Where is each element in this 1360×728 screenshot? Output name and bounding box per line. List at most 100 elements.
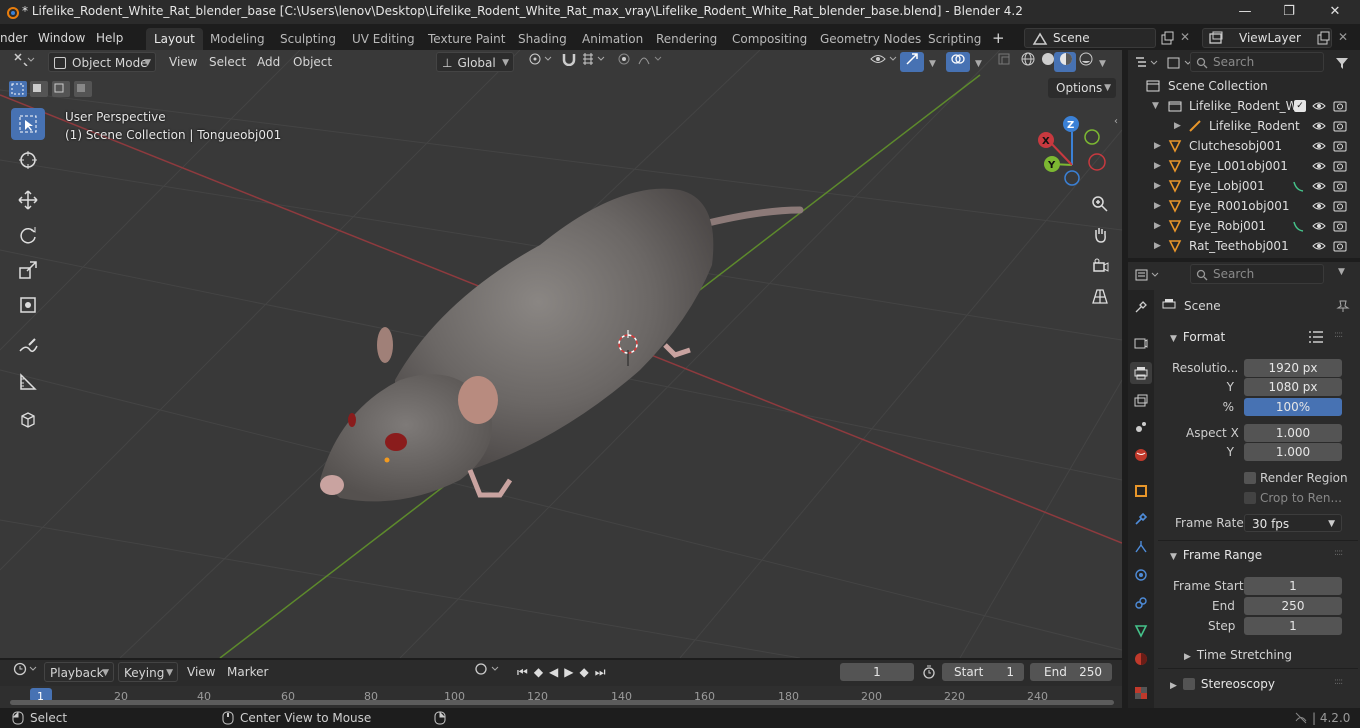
camera-render-icon[interactable] (1333, 159, 1347, 173)
add-workspace-button[interactable]: + (988, 29, 1009, 47)
tab-material[interactable] (1130, 648, 1152, 670)
rat-model[interactable] (320, 188, 804, 502)
eye-icon[interactable] (1312, 119, 1326, 133)
outliner-item[interactable]: ▶ Eye_R001obj001 (1128, 196, 1360, 216)
tab-texture[interactable] (1130, 682, 1152, 704)
tab-scripting[interactable]: Scripting (920, 28, 989, 50)
tab-physics[interactable] (1130, 564, 1152, 586)
3d-viewport[interactable]: Z Y X Object Mode ▼ View Select Add Objec… (0, 50, 1122, 658)
navigation-gizmo[interactable]: Z Y X (1038, 116, 1106, 186)
timeline-scrollbar[interactable] (10, 700, 1114, 705)
outliner-item[interactable]: ▶ Rat_Teethobj001 (1128, 236, 1360, 256)
properties-editor-icon[interactable] (1134, 268, 1164, 282)
tab-shading[interactable]: Shading (510, 28, 575, 50)
expand-right-icon[interactable]: ▶ (1154, 156, 1161, 176)
outliner-item[interactable]: ▶ Lifelike_Rodent (1128, 116, 1360, 136)
tab-render[interactable] (1130, 332, 1152, 354)
outliner-editor-icon[interactable] (1134, 56, 1160, 70)
shading-material-button[interactable] (1054, 52, 1076, 72)
prev-keyframe-icon[interactable]: ◆ (534, 665, 549, 679)
camera-render-icon[interactable] (1333, 199, 1347, 213)
playback-menu[interactable]: Playback ▼ (44, 662, 114, 682)
expand-right-icon[interactable]: ▶ (1154, 136, 1161, 156)
stereoscopy-panel-header[interactable]: ▶ Stereoscopy (1162, 673, 1352, 695)
menu-window[interactable]: Window (34, 29, 89, 47)
sidebar-toggle-icon[interactable]: ‹ (1114, 116, 1118, 127)
current-frame-field[interactable]: 1 (840, 663, 914, 681)
overlays-toggle[interactable] (946, 52, 970, 72)
camera-render-icon[interactable] (1333, 239, 1347, 253)
select-box-modes-icon[interactable] (8, 80, 104, 98)
aspect-y-field[interactable]: 1.000 (1244, 443, 1342, 461)
frame-rate-dropdown[interactable]: 30 fps ▼ (1244, 514, 1342, 532)
editor-type-button[interactable] (8, 52, 40, 72)
tab-modeling[interactable]: Modeling (202, 28, 273, 50)
checkbox-checked-icon[interactable]: ✓ (1294, 100, 1306, 112)
camera-render-icon[interactable] (1333, 99, 1347, 113)
aspect-x-field[interactable]: 1.000 (1244, 424, 1342, 442)
time-stretching-subpanel[interactable]: ▶ Time Stretching (1184, 648, 1292, 662)
start-frame-field[interactable]: Start 1 (942, 663, 1024, 681)
eye-icon[interactable] (1312, 99, 1326, 113)
duplicate-viewlayer-icon[interactable] (1316, 31, 1330, 45)
frame-start-field[interactable]: 1 (1244, 577, 1342, 595)
falloff-dropdown[interactable] (632, 52, 670, 72)
scale-tool[interactable] (11, 254, 45, 286)
frame-end-field[interactable]: 250 (1244, 597, 1342, 615)
pivot-point-button[interactable] (522, 52, 560, 72)
gizmo-dropdown[interactable]: ▼ (924, 52, 941, 72)
snap-target-dropdown[interactable] (576, 52, 612, 72)
tab-particles[interactable] (1130, 536, 1152, 558)
outliner-scene-collection[interactable]: Scene Collection (1128, 76, 1360, 96)
next-keyframe-icon[interactable]: ◆ (580, 665, 595, 679)
duplicate-scene-icon[interactable] (1160, 31, 1174, 45)
tab-animation[interactable]: Animation (574, 28, 651, 50)
timeline-editor-type-button[interactable] (8, 662, 46, 682)
tab-constraints[interactable] (1130, 592, 1152, 614)
outliner-item[interactable]: ▶ Eye_Lobj001 (1128, 176, 1360, 196)
options-dropdown[interactable]: Options ▼ (1048, 78, 1116, 98)
camera-render-icon[interactable] (1333, 219, 1347, 233)
menu-file[interactable]: nder (0, 29, 32, 47)
frame-step-field[interactable]: 1 (1244, 617, 1342, 635)
minimize-button[interactable]: — (1222, 0, 1268, 24)
resolution-y-field[interactable]: 1080 px (1244, 378, 1342, 396)
menu-help[interactable]: Help (92, 29, 127, 47)
stereoscopy-checkbox[interactable] (1182, 678, 1195, 690)
viewport-menu-view[interactable]: View (164, 52, 202, 72)
resolution-percent-slider[interactable]: 100% (1244, 398, 1342, 416)
outliner-item[interactable]: ▶ Eye_Robj001 (1128, 216, 1360, 236)
rotate-tool[interactable] (11, 219, 45, 251)
play-reverse-icon[interactable]: ◀ (549, 665, 564, 679)
camera-render-icon[interactable] (1333, 119, 1347, 133)
presets-list-icon[interactable] (1308, 331, 1324, 343)
play-icon[interactable]: ▶ (564, 665, 579, 679)
tab-rendering[interactable]: Rendering (648, 28, 725, 50)
expand-right-icon[interactable]: ▶ (1174, 116, 1181, 136)
remove-viewlayer-icon[interactable]: ✕ (1338, 30, 1348, 44)
mode-dropdown[interactable]: Object Mode ▼ (48, 52, 156, 72)
ortho-toggle-button[interactable] (1088, 284, 1112, 308)
tab-world[interactable] (1130, 444, 1152, 466)
select-box-tool[interactable] (11, 108, 45, 140)
viewport-menu-select[interactable]: Select (204, 52, 251, 72)
eye-icon[interactable] (1312, 219, 1326, 233)
maximize-button[interactable]: ❐ (1266, 0, 1312, 24)
measure-tool[interactable] (11, 366, 45, 398)
tab-modifiers[interactable] (1130, 508, 1152, 530)
crop-checkbox[interactable] (1244, 492, 1256, 504)
outliner-search-input[interactable]: Search (1190, 52, 1324, 72)
remove-scene-icon[interactable]: ✕ (1180, 30, 1190, 44)
tab-scene[interactable] (1130, 416, 1152, 438)
timeline-menu-marker[interactable]: Marker (222, 662, 273, 682)
zoom-button[interactable] (1088, 192, 1112, 216)
drag-handle-icon[interactable]: :::: (1334, 330, 1343, 340)
network-off-icon[interactable] (1294, 711, 1308, 725)
annotate-tool[interactable] (11, 330, 45, 362)
outliner-item[interactable]: ▼ Lifelike_Rodent_Wh ✓ (1128, 96, 1360, 116)
outliner-item[interactable]: ▶ Eye_L001obj001 (1128, 156, 1360, 176)
expand-down-icon[interactable]: ▼ (1152, 96, 1159, 116)
eye-icon[interactable] (1312, 239, 1326, 253)
tab-texture-paint[interactable]: Texture Paint (420, 28, 513, 50)
tab-output[interactable] (1130, 362, 1152, 384)
